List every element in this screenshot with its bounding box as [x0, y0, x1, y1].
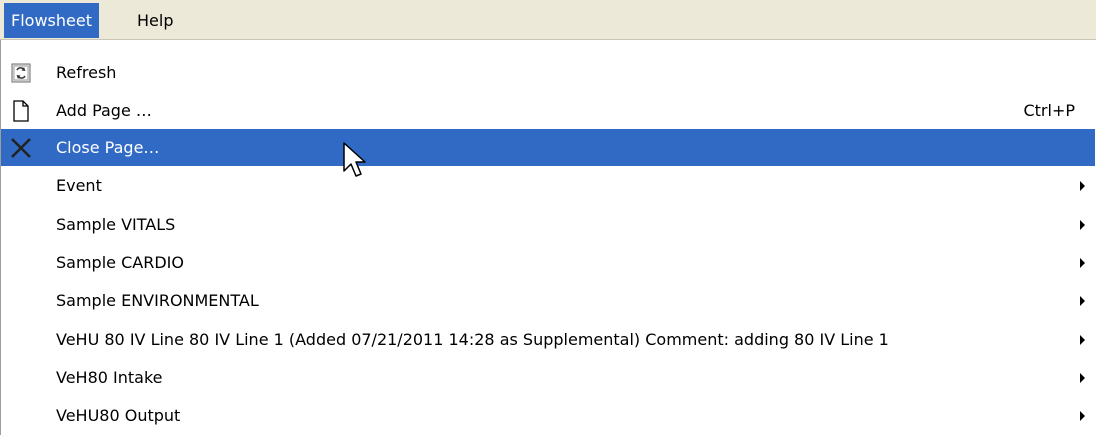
submenu-arrow-icon: [1080, 373, 1085, 383]
menu-item-sample-cardio[interactable]: Sample CARDIO: [1, 244, 1095, 281]
menu-flowsheet[interactable]: Flowsheet: [4, 3, 99, 38]
menu-item-sample-environmental[interactable]: Sample ENVIRONMENTAL: [1, 282, 1095, 319]
submenu-arrow-icon: [1080, 335, 1085, 345]
menu-item-label: Event: [56, 176, 102, 195]
shortcut-label: Ctrl+P: [1023, 101, 1075, 120]
submenu-arrow-icon: [1080, 220, 1085, 230]
menu-bar: Flowsheet Help: [0, 0, 1096, 40]
submenu-arrow-icon: [1080, 296, 1085, 306]
submenu-arrow-icon: [1080, 411, 1085, 421]
menu-item-event[interactable]: Event: [1, 167, 1095, 204]
page-icon: [13, 100, 29, 122]
refresh-icon: [11, 63, 31, 83]
menu-item-refresh[interactable]: Refresh: [1, 54, 1095, 91]
submenu-arrow-icon: [1080, 181, 1085, 191]
menu-item-label: Sample VITALS: [56, 215, 176, 234]
menu-item-vehu80-output[interactable]: VeHU80 Output: [1, 397, 1095, 434]
menu-item-label: Close Page…: [56, 138, 160, 157]
submenu-arrow-icon: [1080, 258, 1085, 268]
mouse-pointer-icon: [343, 142, 366, 177]
menu-item-label: Sample ENVIRONMENTAL: [56, 291, 259, 310]
close-icon: [11, 138, 31, 158]
menu-item-label: VeH80 Intake: [56, 368, 163, 387]
menu-item-label: Add Page …: [56, 101, 152, 120]
menu-item-close-page[interactable]: Close Page…: [1, 129, 1095, 166]
menu-item-label: Refresh: [56, 63, 117, 82]
menu-item-label: Sample CARDIO: [56, 253, 184, 272]
menu-item-vehu-80-iv-line[interactable]: VeHU 80 IV Line 80 IV Line 1 (Added 07/2…: [1, 321, 1095, 358]
flowsheet-dropdown-menu: Refresh Add Page … Ctrl+P Close Page… Ev…: [0, 40, 1096, 435]
menu-item-add-page[interactable]: Add Page … Ctrl+P: [1, 92, 1095, 129]
menu-item-label: VeHU80 Output: [56, 406, 181, 425]
menu-item-sample-vitals[interactable]: Sample VITALS: [1, 206, 1095, 243]
menu-help[interactable]: Help: [130, 3, 180, 38]
menu-item-veh80-intake[interactable]: VeH80 Intake: [1, 359, 1095, 396]
menu-item-label: VeHU 80 IV Line 80 IV Line 1 (Added 07/2…: [56, 330, 889, 349]
